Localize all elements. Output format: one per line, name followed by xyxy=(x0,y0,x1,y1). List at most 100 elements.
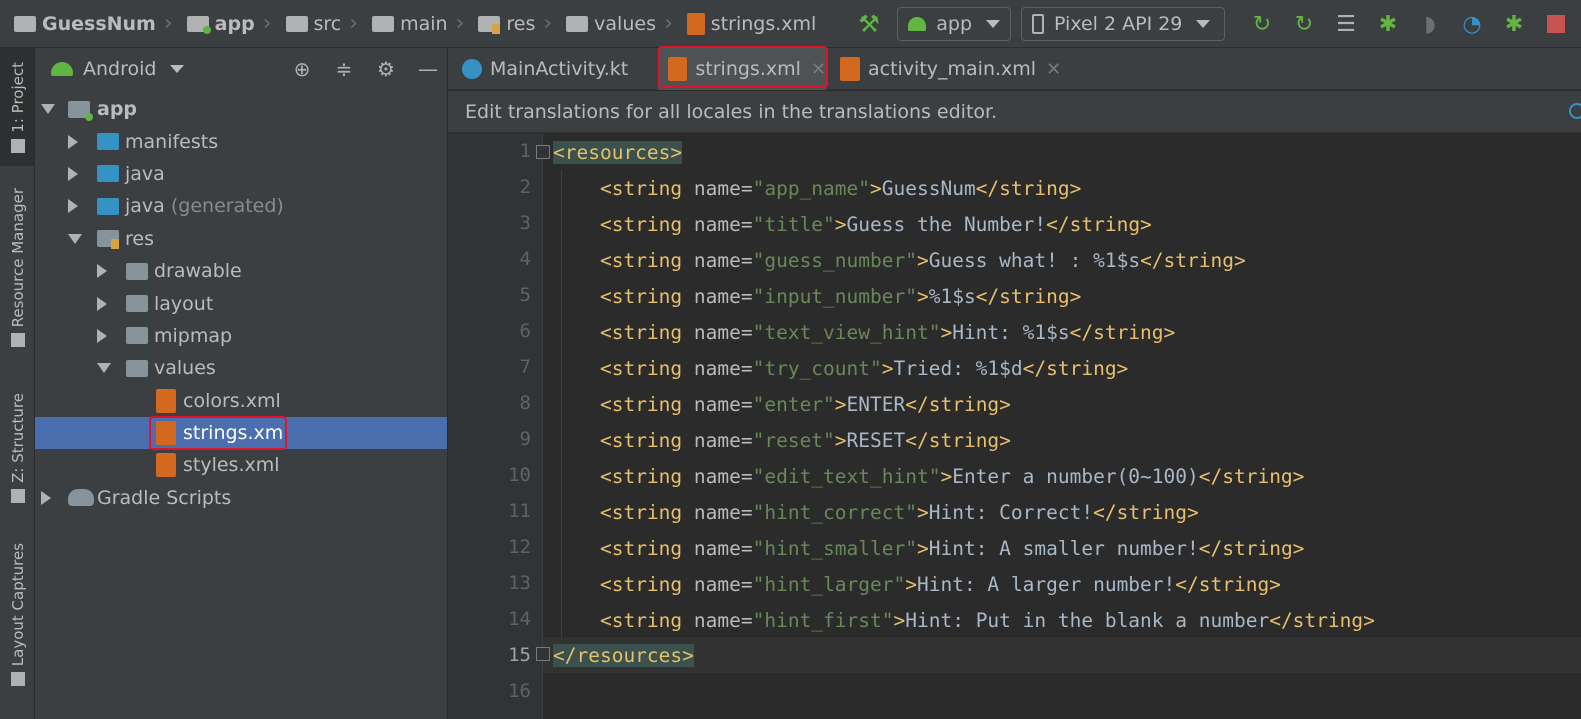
device-dropdown[interactable]: Pixel 2 API 29 xyxy=(1021,7,1225,41)
string-entry-attr-name: name= xyxy=(682,572,753,596)
string-entry-indent xyxy=(553,249,600,272)
phone-icon xyxy=(1032,14,1044,34)
translations-banner: Edit translations for all locales in the… xyxy=(448,91,1581,133)
expanded-arrow-icon[interactable] xyxy=(97,363,111,374)
breadcrumb-file[interactable]: strings.xml xyxy=(673,0,817,48)
string-entry-open-tag-end: > xyxy=(834,392,847,416)
string-entry-open-tag: <string xyxy=(599,464,683,488)
tool-tab-layout-captures[interactable]: Layout Captures xyxy=(0,543,35,693)
string-entry-attr-name: name= xyxy=(682,248,753,272)
string-entry-string-value: Enter a number(0~100) xyxy=(952,464,1199,488)
string-entry-indent xyxy=(553,177,600,200)
breadcrumb-values[interactable]: values › xyxy=(552,0,673,48)
string-entry-indent xyxy=(553,609,600,632)
tree-item-styles[interactable]: styles.xml xyxy=(35,449,447,481)
collapse-all-icon[interactable]: ≑ xyxy=(331,56,357,82)
apply-changes-icon[interactable]: ↻ xyxy=(1289,9,1319,39)
tab-label: MainActivity.kt xyxy=(490,58,629,80)
expanded-arrow-icon[interactable] xyxy=(68,233,82,244)
locate-icon[interactable]: ⊕ xyxy=(289,56,315,82)
tool-tab-structure[interactable]: Z: Structure xyxy=(0,393,35,511)
tree-item-gradle[interactable]: Gradle Scripts xyxy=(35,482,447,514)
string-entry-attr-value: "edit_text_hint" xyxy=(752,464,941,488)
close-icon[interactable]: ✕ xyxy=(1046,59,1061,80)
debug-icon[interactable]: ✱ xyxy=(1373,9,1403,39)
tree-item-app[interactable]: app xyxy=(35,93,447,125)
string-entry-close-tag: </string> xyxy=(1046,212,1152,236)
tree-item-res[interactable]: res xyxy=(35,223,447,255)
chevron-down-icon[interactable] xyxy=(170,65,185,73)
code-editor[interactable]: 1 2 3 4 5 6 7 8 9 10 11 12 13 14 15 16 <… xyxy=(448,134,1581,719)
string-entry-line: <string name= "reset" > RESET </string> xyxy=(553,422,1011,458)
tree-item-manifests[interactable]: manifests xyxy=(35,125,447,157)
tree-item-drawable[interactable]: drawable xyxy=(35,255,447,287)
tree-item-strings[interactable]: strings.xml xyxy=(35,415,447,450)
hammer-icon[interactable]: ⚒ xyxy=(855,10,883,38)
string-entry-open-tag: <string xyxy=(599,392,683,416)
collapsed-arrow-icon[interactable] xyxy=(68,199,78,214)
rerun-icon[interactable]: ↻ xyxy=(1247,9,1277,39)
folder-icon xyxy=(372,15,395,32)
tree-item-label: res xyxy=(125,227,154,250)
fold-marker-icon[interactable] xyxy=(536,647,550,661)
stop-button[interactable] xyxy=(1541,9,1571,39)
view-mode-label[interactable]: Android xyxy=(83,58,156,80)
breadcrumb-res[interactable]: res › xyxy=(464,0,552,48)
gutter-separator xyxy=(542,134,543,719)
string-entry-attr-name: name= xyxy=(682,284,753,308)
tree-item-label: java xyxy=(125,162,165,185)
line-number: 2 xyxy=(519,176,531,198)
chevron-right-icon: › xyxy=(543,11,553,36)
string-entry-line: <string name= "text_view_hint" > Hint: %1$s… xyxy=(553,314,1175,350)
string-entry-line: <string name= "app_name" > GuessNum </string… xyxy=(553,170,1081,206)
string-entry-indent xyxy=(553,357,600,380)
apply-code-changes-icon[interactable]: ☰ xyxy=(1331,9,1361,39)
tree-item-java[interactable]: java xyxy=(35,158,447,190)
string-entry-attr-name: name= xyxy=(682,212,753,236)
line-number-gutter: 1 2 3 4 5 6 7 8 9 10 11 12 13 14 15 16 xyxy=(448,134,543,719)
tool-tab-project[interactable]: 1: Project xyxy=(0,48,35,166)
tree-item-mipmap[interactable]: mipmap xyxy=(35,320,447,352)
tree-item-layout[interactable]: layout xyxy=(35,287,447,319)
tool-tab-resource-manager[interactable]: Resource Manager xyxy=(0,188,35,363)
tab-strings[interactable]: strings.xml ✕ xyxy=(658,46,828,90)
profile-icon[interactable]: ◔ xyxy=(1457,9,1487,39)
tab-activity-main[interactable]: activity_main.xml ✕ xyxy=(840,48,1061,90)
minimize-icon[interactable]: — xyxy=(415,56,441,82)
collapsed-arrow-icon[interactable] xyxy=(97,264,107,279)
string-entry-attr-name: name= xyxy=(682,392,753,416)
gear-icon[interactable]: ⚙ xyxy=(373,56,399,82)
breadcrumb-src[interactable]: src › xyxy=(272,0,358,48)
tree-item-java-generated[interactable]: java (generated) xyxy=(35,190,447,222)
string-entry-close-tag: </string> xyxy=(975,284,1082,308)
breadcrumb-main[interactable]: main › xyxy=(358,0,464,48)
string-entry-indent xyxy=(553,537,600,560)
breadcrumb-app[interactable]: app › xyxy=(173,0,272,48)
folder-icon xyxy=(97,165,119,183)
expanded-arrow-icon[interactable] xyxy=(41,104,55,115)
breadcrumb-label: values xyxy=(594,12,656,35)
breadcrumb-project[interactable]: GuessNum › xyxy=(0,0,173,48)
string-entry-attr-value: "hint_smaller" xyxy=(752,536,917,560)
fold-marker-icon[interactable] xyxy=(536,145,550,159)
collapsed-arrow-icon[interactable] xyxy=(97,296,107,311)
string-entry-attr-name: name= xyxy=(682,464,753,488)
string-entry-close-tag: </string> xyxy=(1198,536,1305,560)
settings-ring-icon[interactable] xyxy=(1569,103,1581,119)
run-config-dropdown[interactable]: app xyxy=(897,7,1011,41)
breadcrumb-label: strings.xml xyxy=(710,12,817,35)
collapsed-arrow-icon[interactable] xyxy=(68,134,78,149)
string-entry-indent xyxy=(553,213,600,236)
tree-item-colors[interactable]: colors.xml xyxy=(35,385,447,417)
string-entry-open-tag-end: > xyxy=(916,248,929,272)
collapsed-arrow-icon[interactable] xyxy=(97,328,107,343)
tab-mainactivity[interactable]: MainActivity.kt xyxy=(462,48,628,90)
tree-item-values[interactable]: values xyxy=(35,352,447,384)
debug-app-icon[interactable]: ✱ xyxy=(1499,9,1529,39)
attach-debugger-icon[interactable]: ◗ xyxy=(1415,9,1445,39)
breadcrumb-label: app xyxy=(214,12,255,35)
collapsed-arrow-icon[interactable] xyxy=(68,166,78,181)
collapsed-arrow-icon[interactable] xyxy=(41,490,51,505)
project-panel: Android ⊕ ≑ ⚙ — app manifests java java … xyxy=(35,48,448,719)
string-entry-close-tag: </string> xyxy=(1022,356,1129,380)
